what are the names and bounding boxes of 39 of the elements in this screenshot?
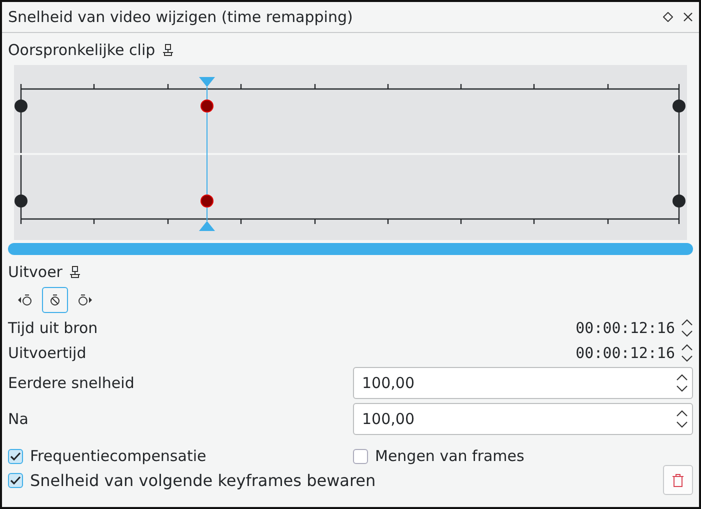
- checkbox[interactable]: [8, 472, 23, 488]
- keyframe-marker[interactable]: [672, 100, 686, 112]
- keyframe-marker[interactable]: [672, 194, 686, 208]
- field-label: Na: [8, 410, 30, 428]
- speed-field[interactable]: 100,00: [353, 403, 693, 435]
- keyframe-marker[interactable]: [14, 194, 28, 208]
- checkbox-label: Mengen van frames: [375, 447, 524, 465]
- time-value[interactable]: 00:00:12:16: [576, 344, 675, 362]
- delete-button[interactable]: [663, 465, 693, 495]
- timeline[interactable]: [14, 65, 687, 240]
- field-label: Tijd uit bron: [8, 318, 99, 336]
- window-title: Snelheid van video wijzigen (time remapping): [8, 8, 354, 26]
- close-icon[interactable]: [683, 12, 693, 22]
- spin-arrows-icon[interactable]: [676, 409, 688, 429]
- checkbox-label: Snelheid van volgende keyframes bewaren: [30, 470, 376, 490]
- checkbox[interactable]: [8, 448, 23, 464]
- align-icon[interactable]: [70, 266, 80, 278]
- checkbox-label: Frequentiecompensatie: [30, 447, 206, 465]
- align-icon[interactable]: [163, 44, 174, 56]
- previous-keyframe-icon: [18, 294, 32, 306]
- section-label: Uitvoer: [8, 263, 62, 281]
- field-label: Eerdere snelheid: [8, 374, 136, 392]
- keyframe-button[interactable]: [42, 287, 68, 313]
- playhead[interactable]: [199, 77, 215, 231]
- keyframe-marker[interactable]: [200, 194, 214, 208]
- spin-arrows-icon[interactable]: [676, 373, 688, 393]
- checkbox[interactable]: [353, 448, 368, 464]
- keyframe-marker[interactable]: [14, 100, 28, 112]
- trash-icon: [672, 474, 684, 486]
- speed-field[interactable]: 100,00: [353, 367, 693, 399]
- time-value[interactable]: 00:00:12:16: [576, 318, 675, 336]
- field-label: Uitvoertijd: [8, 344, 88, 362]
- keyframe-icon: [49, 294, 61, 306]
- diamond-icon[interactable]: [663, 12, 673, 22]
- keyframe-marker[interactable]: [200, 100, 214, 112]
- spin-arrows-icon[interactable]: [681, 342, 693, 362]
- section-label: Oorspronkelijke clip: [8, 41, 156, 59]
- spin-arrows-icon[interactable]: [681, 318, 693, 338]
- next-keyframe-icon: [78, 294, 92, 306]
